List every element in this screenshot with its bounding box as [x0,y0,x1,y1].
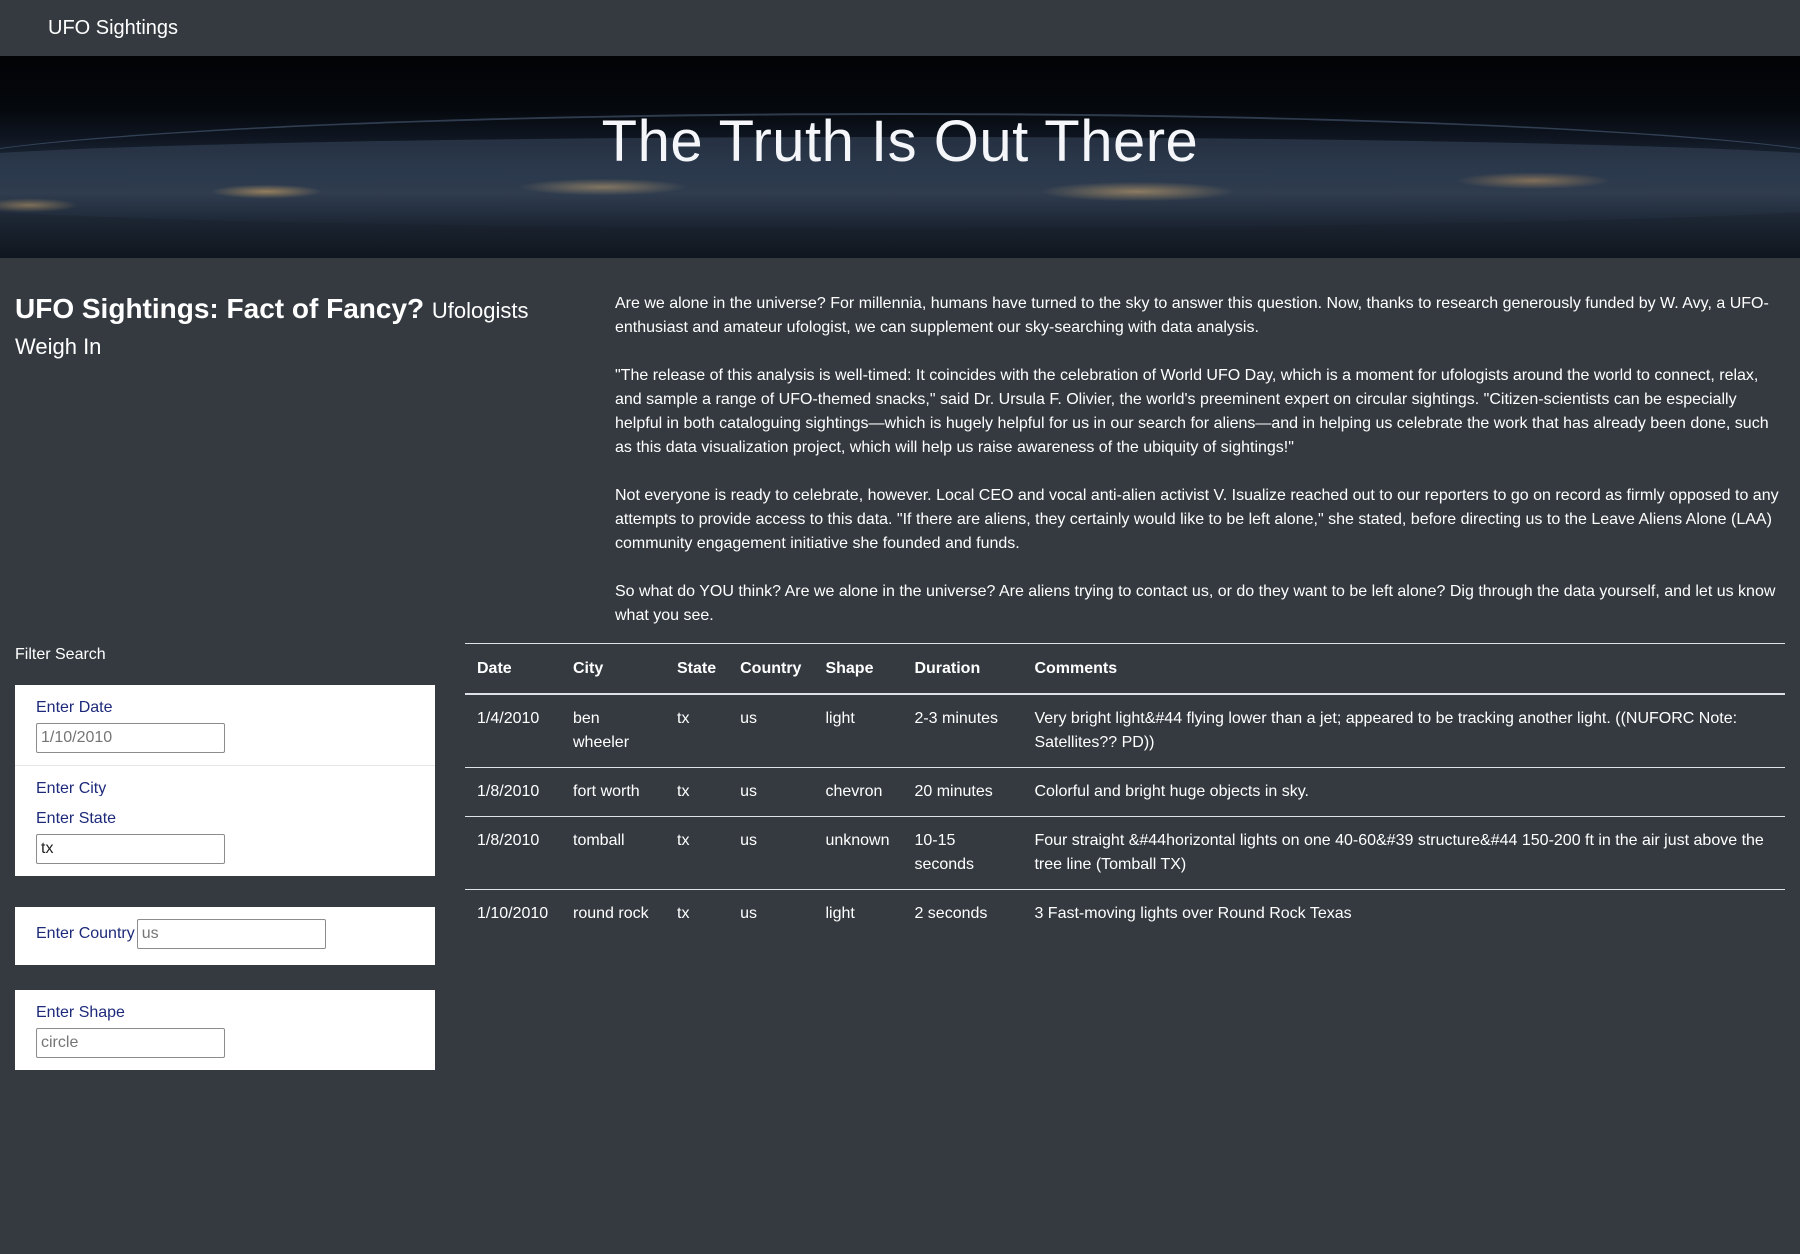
article-body: Are we alone in the universe? For millen… [615,292,1785,652]
date-input[interactable] [36,723,225,753]
country-label: Enter Country [36,925,135,942]
cell-duration: 20 minutes [902,767,1023,817]
cell-shape: chevron [813,767,903,817]
cell-duration: 2-3 minutes [902,694,1023,768]
cell-comments: Colorful and bright huge objects in sky. [1022,767,1785,817]
hero-title: The Truth Is Out There [601,109,1199,174]
headline-main: UFO Sightings: Fact of Fancy? [15,293,425,324]
cell-date: 1/4/2010 [465,694,561,768]
cell-comments: Four straight &#44horizontal lights on o… [1022,816,1785,890]
table-header-row: Date City State Country Shape Duration C… [465,643,1785,695]
cell-date: 1/8/2010 [465,767,561,817]
cell-state: tx [665,767,729,817]
state-filter: Enter State [15,796,435,876]
cell-city: tomball [561,816,665,890]
cell-comments: Very bright light&#44 flying lower than … [1022,694,1785,768]
state-label: Enter State [36,810,117,827]
cell-comments: 3 Fast-moving lights over Round Rock Tex… [1034,905,1352,922]
state-input[interactable] [36,834,225,864]
cell-city: fort worth [561,767,665,817]
filter-panel-country: Enter Country [15,907,435,965]
article-headline: UFO Sightings: Fact of Fancy? Ufologists… [15,292,575,364]
cell-date: 1/8/2010 [465,816,561,890]
main-content: UFO Sightings: Fact of Fancy? Ufologists… [0,258,1800,1254]
column-header-state: State [665,643,729,695]
cell-state: tx [665,694,729,768]
column-header-date: Date [465,643,561,695]
cell-state: tx [677,905,690,922]
shape-input[interactable] [36,1028,225,1058]
date-label: Enter Date [36,699,113,716]
cell-shape: unknown [813,816,903,890]
country-input[interactable] [136,919,326,949]
cell-shape: light [825,905,855,922]
country-filter: Enter Country [15,907,435,965]
shape-filter: Enter Shape [15,990,435,1070]
filter-panel-state: Enter State [15,796,435,876]
table-row: 1/8/2010 fort worth tx us chevron 20 min… [465,767,1785,817]
date-filter: Enter Date [15,685,435,765]
column-header-city: City [561,643,665,695]
article-paragraph: So what do YOU think? Are we alone in th… [615,583,1776,624]
table-row: 1/8/2010 tomball tx us unknown 10-15 sec… [465,816,1785,890]
filter-search-title: Filter Search [15,646,106,663]
cell-city: round rock [573,905,649,922]
column-header-duration: Duration [902,643,1023,695]
article-paragraph: "The release of this analysis is well-ti… [615,367,1769,456]
column-header-shape: Shape [813,643,903,695]
article-paragraph: Not everyone is ready to celebrate, howe… [615,487,1779,552]
cell-duration: 10-15 seconds [902,816,1023,890]
shape-label: Enter Shape [36,1004,125,1021]
column-header-country: Country [728,643,814,695]
cell-country: us [728,816,814,890]
table-row: 1/10/2010 round rock tx us light 2 secon… [465,890,1785,939]
filter-panel-shape: Enter Shape [15,990,435,1070]
sightings-table: Date City State Country Shape Duration C… [465,643,1785,938]
cell-duration: 2 seconds [914,905,988,922]
navbar: UFO Sightings [0,0,1800,56]
article-paragraph: Are we alone in the universe? For millen… [615,295,1769,336]
cell-country: us [740,905,758,922]
cell-state: tx [665,816,729,890]
column-header-comments: Comments [1022,643,1785,695]
cell-shape: light [813,694,903,768]
hero-banner: The Truth Is Out There [0,56,1800,258]
cell-country: us [728,694,814,768]
brand-link[interactable]: UFO Sightings [48,17,178,40]
cell-date: 1/10/2010 [477,905,549,922]
table-row: 1/4/2010 ben wheeler tx us light 2-3 min… [465,694,1785,768]
cell-country: us [728,767,814,817]
cell-city: ben wheeler [561,694,665,768]
